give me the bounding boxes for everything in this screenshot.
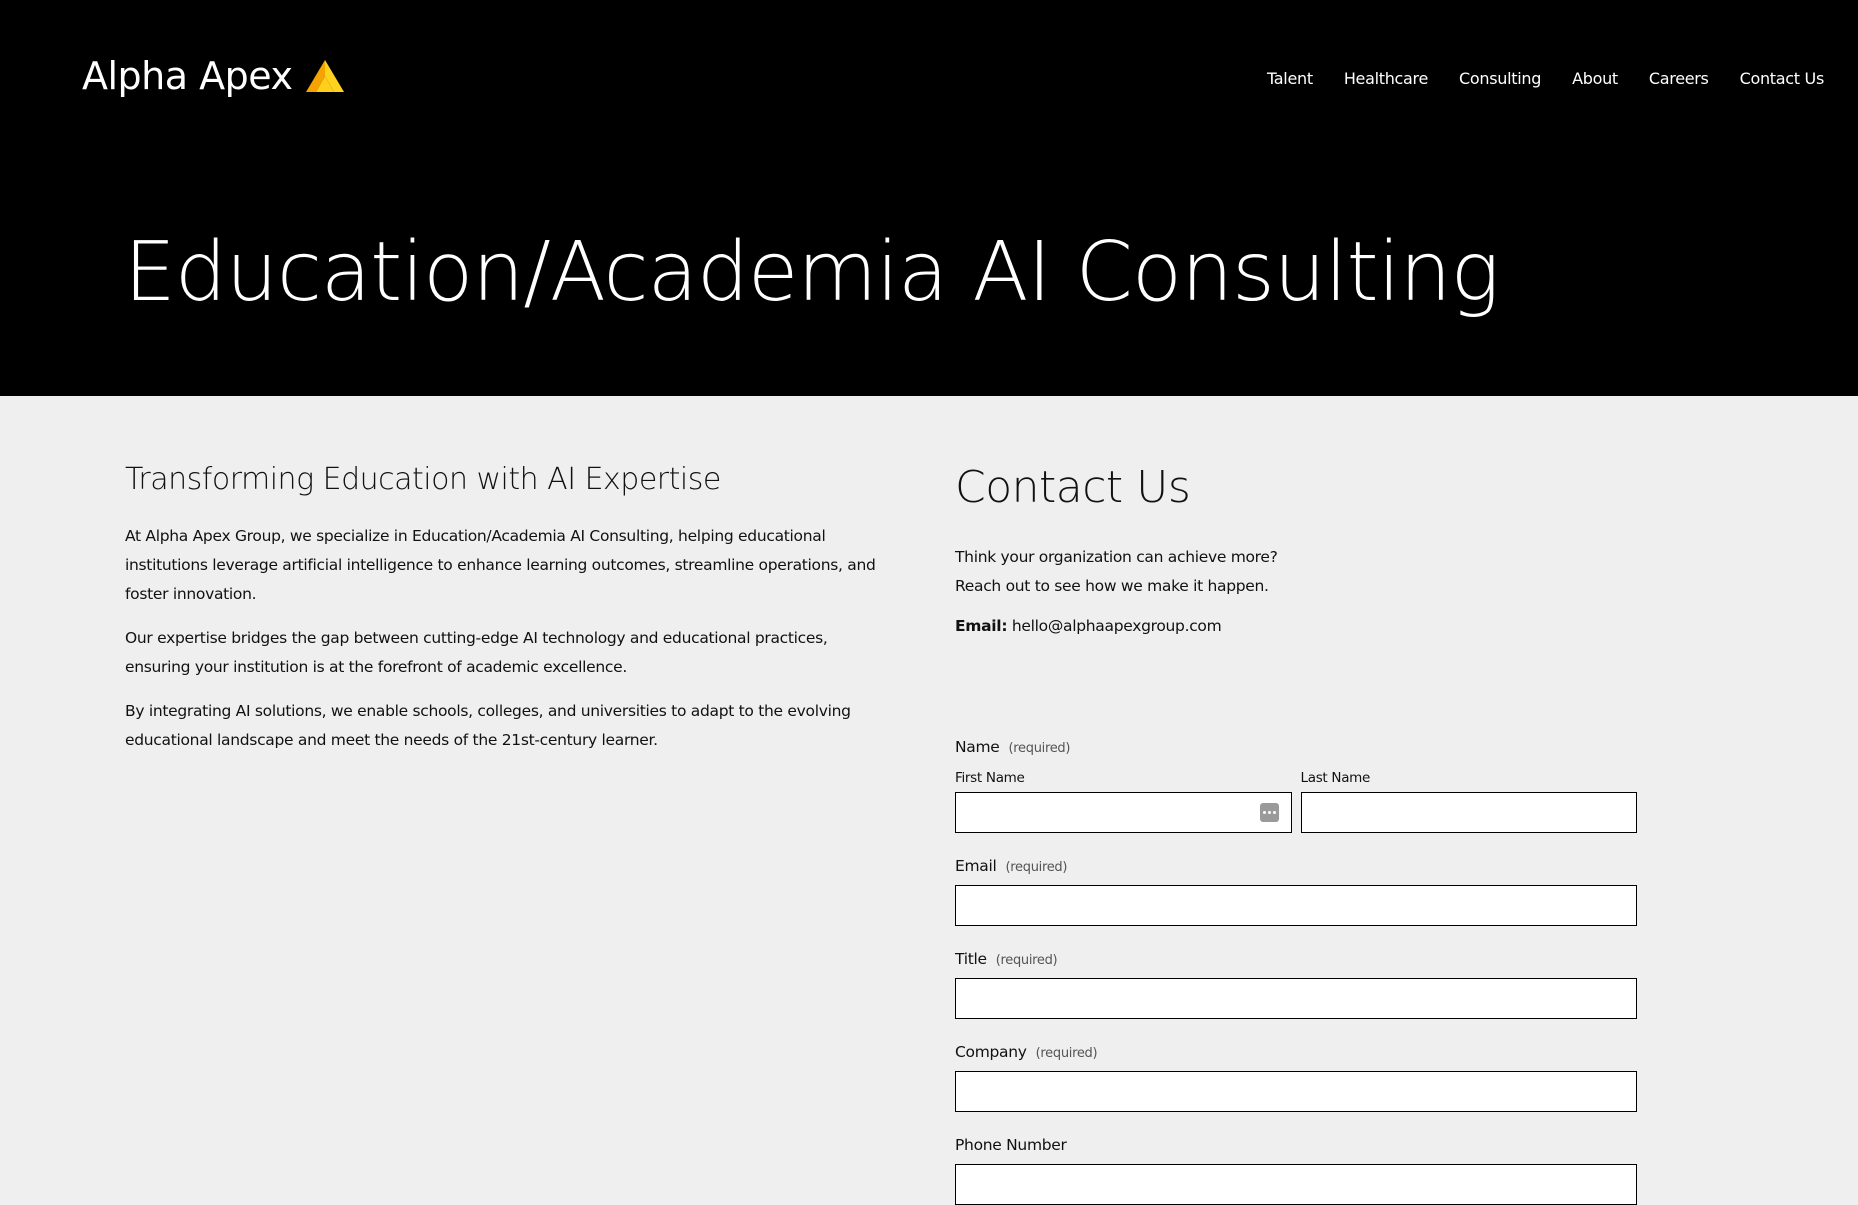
company-field[interactable] bbox=[955, 1071, 1637, 1112]
name-label: Name (required) bbox=[955, 738, 1637, 756]
phone-field-label-text: Phone Number bbox=[955, 1136, 1067, 1154]
name-row: First Name Last Name bbox=[955, 770, 1637, 833]
title-field[interactable] bbox=[955, 978, 1637, 1019]
intro-section: Transforming Education with AI Expertise… bbox=[125, 462, 880, 770]
contact-intro: Think your organization can achieve more… bbox=[955, 543, 1637, 601]
required-note: (required) bbox=[1035, 1046, 1098, 1061]
title-field-label-text: Title bbox=[955, 950, 987, 968]
page-title: Education/Academia AI Consulting bbox=[124, 225, 1500, 320]
first-name-group: First Name bbox=[955, 770, 1292, 833]
nav-healthcare[interactable]: Healthcare bbox=[1344, 69, 1429, 88]
nav-consulting[interactable]: Consulting bbox=[1459, 69, 1541, 88]
contact-section: Contact Us Think your organization can a… bbox=[955, 462, 1637, 635]
nav-talent[interactable]: Talent bbox=[1267, 69, 1313, 88]
contact-form: Name (required) First Name Last Name Ema… bbox=[955, 738, 1637, 1205]
required-note: (required) bbox=[1008, 741, 1071, 756]
last-name-label: Last Name bbox=[1300, 770, 1371, 786]
title-field-label: Title (required) bbox=[955, 950, 1637, 968]
nav-contact-us[interactable]: Contact Us bbox=[1740, 69, 1825, 88]
section-heading: Transforming Education with AI Expertise bbox=[125, 462, 721, 497]
email-field-label: Email (required) bbox=[955, 857, 1637, 875]
name-label-text: Name bbox=[955, 738, 1000, 756]
contact-intro-line: Think your organization can achieve more… bbox=[955, 548, 1278, 566]
nav-careers[interactable]: Careers bbox=[1649, 69, 1709, 88]
email-field[interactable] bbox=[955, 885, 1637, 926]
nav-about[interactable]: About bbox=[1572, 69, 1618, 88]
contact-title: Contact Us bbox=[955, 462, 1191, 513]
company-group: Company (required) bbox=[955, 1043, 1637, 1112]
first-name-wrap bbox=[955, 792, 1292, 833]
intro-paragraph: Our expertise bridges the gap between cu… bbox=[125, 629, 828, 676]
phone-field-label: Phone Number bbox=[955, 1136, 1637, 1154]
email-address[interactable]: hello@alphaapexgroup.com bbox=[1012, 617, 1222, 635]
email-field-label-text: Email bbox=[955, 857, 997, 875]
company-field-label-text: Company bbox=[955, 1043, 1027, 1061]
last-name-field[interactable] bbox=[1300, 792, 1637, 833]
logo-link[interactable]: Alpha Apex bbox=[82, 54, 346, 98]
contact-intro-line: Reach out to see how we make it happen. bbox=[955, 577, 1269, 595]
first-name-field[interactable] bbox=[955, 792, 1292, 833]
email-group: Email (required) bbox=[955, 857, 1637, 926]
last-name-group: Last Name bbox=[1300, 770, 1637, 833]
logo-text: Alpha Apex bbox=[82, 54, 293, 98]
autofill-dots-icon[interactable] bbox=[1259, 803, 1279, 822]
apex-triangle-icon bbox=[306, 60, 345, 92]
intro-paragraph: By integrating AI solutions, we enable s… bbox=[125, 702, 851, 749]
required-note: (required) bbox=[1005, 860, 1068, 875]
required-note: (required) bbox=[995, 953, 1058, 968]
first-name-label: First Name bbox=[955, 770, 1025, 786]
email-label: Email: bbox=[955, 617, 1008, 635]
title-group: Title (required) bbox=[955, 950, 1637, 1019]
company-field-label: Company (required) bbox=[955, 1043, 1637, 1061]
hero-section: Alpha Apex Talent Healthcare Consulting … bbox=[0, 0, 1858, 396]
contact-email: Email: hello@alphaapexgroup.com bbox=[955, 617, 1637, 635]
phone-group: Phone Number bbox=[955, 1136, 1637, 1205]
main-nav: Talent Healthcare Consulting About Caree… bbox=[1236, 69, 1824, 88]
intro-paragraph: At Alpha Apex Group, we specialize in Ed… bbox=[125, 527, 876, 603]
